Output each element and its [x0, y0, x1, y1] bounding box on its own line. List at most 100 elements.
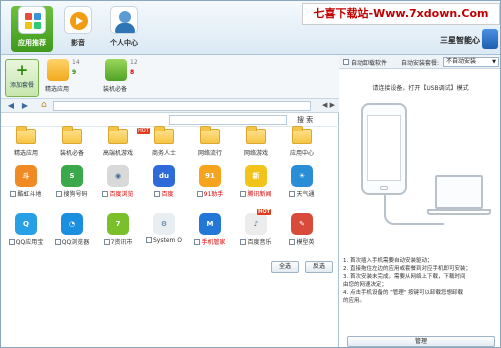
app-checkbox[interactable] [103, 239, 110, 245]
device-panel: 自动卸载软件 自动安装套餐: 不自动安装 ▼ 请连接设备，打开【USB调试】模式… [339, 55, 500, 347]
folder-item[interactable]: 装机必备 [49, 126, 95, 159]
app-item[interactable]: ☀ 天气通 [279, 165, 325, 211]
folder-item[interactable]: HOT 高端机游戏 [95, 126, 150, 159]
folder-item[interactable]: 网络流行 [187, 126, 233, 159]
person-icon [110, 6, 138, 34]
plus-icon: + [15, 61, 29, 79]
app-item[interactable]: 斗酷虹斗地 [3, 165, 49, 211]
app-item[interactable]: 7 7资讯市 [95, 213, 141, 259]
app-item[interactable]: ◉ 百度浏览 [95, 165, 141, 211]
app-icon: 7 [107, 213, 129, 235]
scroll-arrows-icon[interactable]: ◀ ▶ [322, 100, 335, 111]
app-checkbox[interactable] [145, 237, 152, 243]
app-checkbox[interactable] [54, 239, 61, 245]
app-item[interactable]: ◔ QQ浏览器 [49, 213, 95, 259]
auto-uninstall-checkbox[interactable] [343, 59, 349, 65]
app-name: QQ浏览器 [61, 239, 90, 246]
instruction-item: 4. 点击手机设备的 "管理" 按键可以卸载您想卸载 [343, 290, 464, 296]
app-name: 百度音乐 [247, 239, 272, 246]
app-icon: S [61, 165, 83, 187]
path-field [53, 101, 311, 111]
folder-item[interactable]: 商务人士 [141, 126, 187, 159]
app-item[interactable]: 91 91助手 [187, 165, 233, 211]
folder-label: 商务人士 [151, 150, 176, 157]
app-library-panel: + 添加套餐 14 9 精选应用 12 8 装机必备 ◀ ▶ ⌂ ◀ ▶ 搜 索… [1, 55, 339, 347]
app-name: 腾讯新闻 [247, 191, 272, 198]
app-checkbox[interactable] [10, 191, 17, 197]
search-button[interactable]: 搜 索 [297, 115, 313, 125]
package-essentials[interactable]: 12 8 装机必备 [103, 59, 147, 97]
app-checkbox[interactable] [102, 191, 109, 197]
app-checkbox[interactable] [196, 191, 203, 197]
app-item[interactable]: 新腾讯新闻 [233, 165, 279, 211]
back-arrow-icon[interactable]: ◀ [5, 100, 17, 111]
add-package-button[interactable]: + 添加套餐 [5, 59, 39, 97]
address-bar: ◀ ▶ ⌂ ◀ ▶ [1, 99, 339, 113]
app-icon: ◉ [107, 165, 129, 187]
app-checkbox[interactable] [8, 239, 15, 245]
laptop-illustration-icon [435, 175, 483, 209]
app-checkbox[interactable] [240, 239, 247, 245]
folder-item[interactable]: 精选应用 [3, 126, 49, 159]
forward-arrow-icon[interactable]: ▶ [19, 100, 31, 111]
instructions-list: 1. 首次插入手机需要自动安装驱动； 2. 直接拖住左边的应用或套餐到对应手机即… [343, 257, 499, 305]
home-icon[interactable]: ⌂ [41, 100, 47, 111]
app-checkbox[interactable] [240, 191, 247, 197]
app-item[interactable]: M 手机管家 [187, 213, 233, 259]
app-item[interactable]: Q QQ应用宝 [3, 213, 49, 259]
app-name: 酷虹斗地 [17, 191, 42, 198]
folder-item[interactable]: 网络游戏 [233, 126, 279, 159]
app-checkbox[interactable] [289, 239, 296, 245]
search-input[interactable] [169, 115, 287, 125]
app-item[interactable]: ♪ HOT 百度音乐 [233, 209, 279, 259]
app-item[interactable]: ✎ 模型英 [279, 213, 325, 259]
app-item[interactable]: du 百度 [141, 165, 187, 211]
folder-icon [200, 126, 220, 144]
nav-personal-center[interactable]: 个人中心 [103, 6, 145, 52]
app-checkbox[interactable] [194, 239, 201, 245]
add-package-label: 添加套餐 [9, 82, 34, 89]
nav-label: 应用推荐 [18, 39, 46, 47]
app-grid: 斗酷虹斗地 S 搜狗号码 ◉ 百度浏览 du 百度 91 91助手 新腾讯新闻 ☀ 天气通 Q QQ应用宝… [1, 161, 339, 261]
nav-video[interactable]: 影音 [57, 6, 99, 52]
nav-label: 个人中心 [110, 39, 138, 47]
brand-name: 三星智能心 [440, 36, 480, 45]
package-pending-count: 8 [130, 69, 135, 76]
header-bar: 应用推荐 影音 个人中心 七喜下载站-Www.7xdown.Com 三星智能心 [1, 1, 500, 55]
auto-install-value: 不自动安装 [446, 58, 477, 65]
app-icon: 新 [245, 165, 267, 187]
folder-icon [246, 126, 266, 144]
app-icon: 91 [199, 165, 221, 187]
manage-button[interactable]: 管理 [347, 336, 495, 347]
folder-item[interactable]: 应用中心 [279, 126, 325, 159]
package-total-count: 14 [72, 59, 80, 66]
folder-label: 应用中心 [289, 150, 314, 157]
auto-install-label: 自动安装套餐: [401, 60, 440, 67]
app-icon: ◔ [61, 213, 83, 235]
app-checkbox[interactable] [56, 191, 63, 197]
app-name: 百度浏览 [109, 191, 134, 198]
select-inverse-button[interactable]: 反选 [305, 261, 333, 273]
app-name: 模型英 [296, 239, 315, 246]
folder-icon [62, 126, 82, 144]
folder-icon: HOT [108, 126, 150, 144]
app-name: QQ应用宝 [15, 239, 44, 246]
folder-label: 网络流行 [197, 150, 222, 157]
instruction-item: 1. 首次插入手机需要自动安装驱动； [343, 258, 433, 264]
auto-install-select[interactable]: 不自动安装 ▼ [443, 57, 499, 67]
folder-icon [154, 126, 174, 144]
package-featured-apps[interactable]: 14 9 精选应用 [45, 59, 89, 97]
app-icon: 斗 [15, 165, 37, 187]
app-item[interactable]: ⚙ System O [141, 213, 187, 259]
app-checkbox[interactable] [154, 191, 161, 197]
package-download-count: 9 [72, 69, 77, 76]
package-icon [105, 59, 127, 81]
app-item[interactable]: S 搜狗号码 [49, 165, 95, 211]
folder-label: 高端机游戏 [102, 150, 133, 157]
app-checkbox[interactable] [289, 191, 296, 197]
device-options-bar: 自动卸载软件 自动安装套餐: 不自动安装 ▼ [339, 55, 500, 69]
nav-app-recommend[interactable]: 应用推荐 [11, 6, 53, 52]
app-name: 搜狗号码 [63, 191, 88, 198]
folder-label: 装机必备 [59, 150, 84, 157]
select-all-button[interactable]: 全选 [271, 261, 299, 273]
